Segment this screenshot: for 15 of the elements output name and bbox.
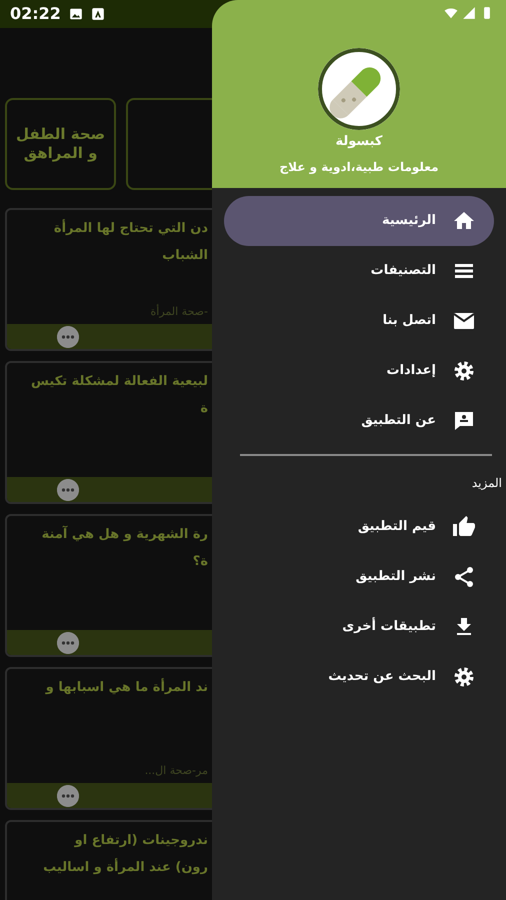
section-title: المزيد (472, 476, 502, 490)
article-title-line: ة (199, 400, 208, 418)
article-title-line: ند المرأة ما هي اسبابها و (44, 677, 208, 697)
article-title-line: ندروجينات (ارتفاع او (73, 832, 208, 850)
article-title-line: رة الشهرية و هل هي آمنة (40, 524, 208, 544)
article-title-line: الشباب (161, 246, 208, 265)
article-title-line: دن التي تحتاج لها المرأة (52, 218, 208, 238)
article-title-line: ة؟ (192, 552, 208, 571)
app-tagline: معلومات طبية،ادوية و علاج (279, 158, 439, 176)
app-name: كبسولة (335, 133, 382, 151)
drawer-menu-item[interactable]: الرئيسية (224, 196, 494, 246)
status-time: 02:22 (10, 3, 61, 25)
category-tile[interactable]: صحة الطفل و المراهق (5, 98, 116, 190)
article-title-line: لبيعية الفعالة لمشكلة تكيس (30, 373, 208, 391)
article-title-line: رون) عند المرأة و اساليب (42, 857, 208, 877)
